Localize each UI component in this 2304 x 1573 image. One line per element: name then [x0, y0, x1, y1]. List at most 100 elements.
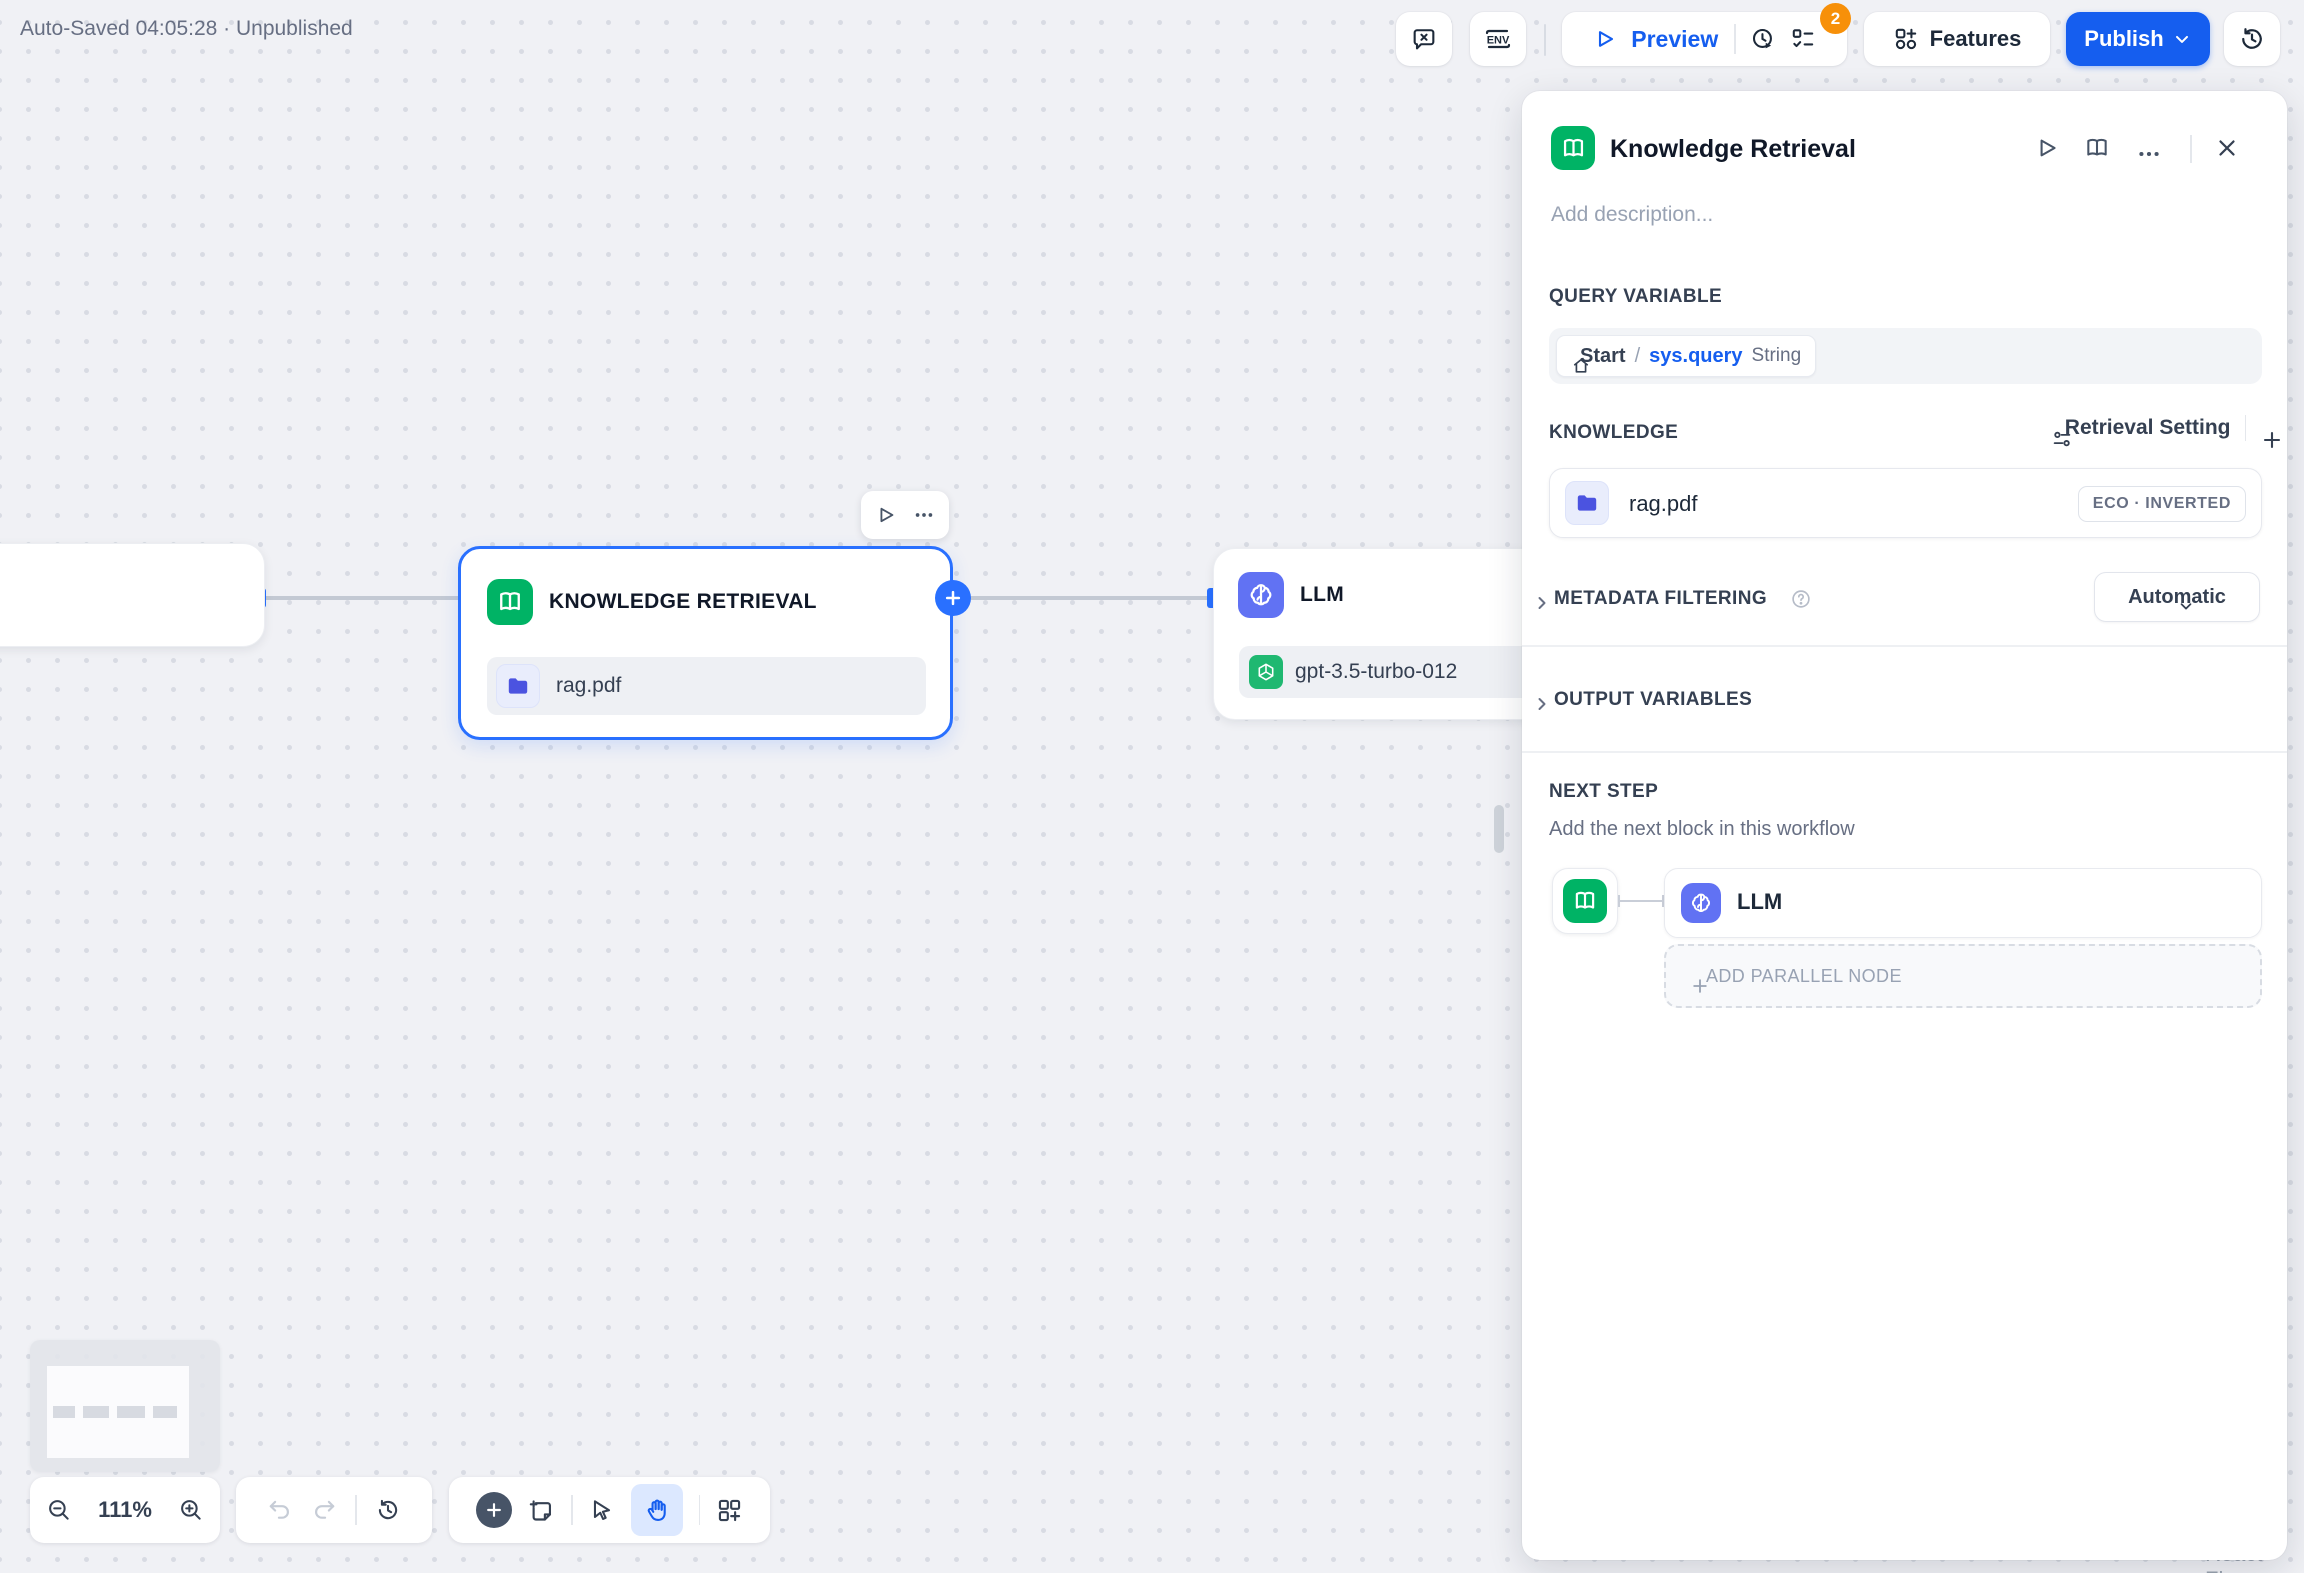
description-placeholder[interactable]: Add description... — [1551, 203, 1713, 227]
node-config-panel: Knowledge Retrieval Add description... Q… — [1522, 91, 2287, 1560]
topbar-divider — [1544, 24, 1546, 56]
minimap-node — [153, 1406, 177, 1418]
preview-group: Preview — [1562, 12, 1847, 66]
hand-mode-button[interactable] — [630, 1484, 683, 1536]
chevron-down-icon — [2172, 29, 2192, 49]
query-variable-section-label: QUERY VARIABLE — [1549, 286, 1723, 307]
features-icon — [1893, 26, 1919, 52]
node-title: LLM — [1300, 583, 1345, 606]
node-title: KNOWLEDGE RETRIEVAL — [549, 590, 817, 613]
minimap-node — [117, 1406, 145, 1418]
node-model-row: gpt-3.5-turbo-012 — [1239, 646, 1534, 698]
run-node-icon[interactable] — [875, 504, 897, 526]
add-parallel-node-button[interactable]: ADD PARALLEL NODE — [1664, 944, 2262, 1008]
minimap-node — [83, 1406, 109, 1418]
preview-button[interactable]: Preview — [1631, 26, 1718, 53]
variable-type: String — [1751, 345, 1802, 366]
zoom-bar: 111% — [30, 1477, 220, 1543]
llm-node[interactable]: LLM gpt-3.5-turbo-012 — [1213, 548, 1558, 720]
knowledge-retrieval-icon — [1551, 126, 1595, 170]
history-restore-icon — [2238, 25, 2266, 53]
output-variables-section-label[interactable]: OUTPUT VARIABLES — [1554, 689, 1752, 711]
query-variable-input[interactable]: Start / sys.query String — [1549, 328, 2262, 384]
autosave-status: Auto-Saved 04:05:28 · Unpublished — [20, 17, 353, 40]
add-parallel-node-label: ADD PARALLEL NODE — [1706, 965, 1902, 986]
env-icon-label: ENV — [1487, 35, 1510, 47]
bar-divider — [571, 1495, 573, 1525]
more-options-icon[interactable] — [913, 504, 935, 526]
section-divider — [1522, 751, 2287, 753]
node-dataset-row: rag.pdf — [487, 657, 926, 715]
pointer-mode-icon[interactable] — [589, 1497, 615, 1523]
dataset-badge: ECO · INVERTED — [2077, 486, 2246, 522]
section-divider — [1522, 645, 2287, 647]
llm-icon — [1238, 572, 1284, 618]
checklist-icon[interactable] — [1790, 26, 1816, 52]
undo-redo-bar — [236, 1477, 432, 1543]
env-icon: ENV — [1481, 22, 1515, 56]
hand-icon — [643, 1496, 671, 1524]
zoom-level[interactable]: 111% — [98, 1497, 152, 1523]
openai-icon — [1249, 655, 1283, 689]
variable-name: sys.query — [1649, 344, 1743, 367]
knowledge-retrieval-icon — [487, 579, 533, 625]
preview-group-divider — [1734, 24, 1736, 54]
run-history-icon[interactable] — [1750, 26, 1776, 52]
knowledge-dataset-card[interactable]: rag.pdf ECO · INVERTED — [1549, 468, 2262, 538]
publish-label: Publish — [2084, 26, 2164, 51]
start-node[interactable] — [0, 543, 265, 647]
canvas-scrollbar-thumb[interactable] — [1494, 805, 1504, 853]
features-button[interactable]: Features — [1864, 12, 2050, 66]
retrieval-setting-button[interactable]: Retrieval Setting — [2065, 416, 2231, 440]
publish-button[interactable]: Publish — [2066, 12, 2210, 66]
zoom-out-icon[interactable] — [46, 1497, 72, 1523]
change-history-icon[interactable] — [375, 1497, 401, 1523]
dataset-name: rag.pdf — [1629, 491, 1698, 516]
llm-icon — [1681, 883, 1721, 923]
minimap[interactable] — [30, 1340, 220, 1472]
add-note-icon[interactable] — [528, 1497, 555, 1524]
node-dataset-name: rag.pdf — [556, 674, 622, 697]
node-toolbar — [861, 491, 949, 539]
zoom-in-icon[interactable] — [178, 1497, 204, 1523]
play-icon[interactable] — [1593, 27, 1617, 51]
add-next-node-button[interactable] — [935, 580, 971, 616]
checklist-badge: 2 — [1820, 3, 1851, 34]
knowledge-section-label: KNOWLEDGE — [1549, 422, 1679, 443]
panel-title: Knowledge Retrieval — [1610, 135, 1856, 163]
next-step-section-label: NEXT STEP — [1549, 781, 1659, 802]
next-step-llm-card[interactable]: LLM — [1664, 868, 2262, 938]
env-variables-button[interactable]: ENV — [1470, 12, 1526, 66]
tools-bar — [449, 1477, 770, 1543]
knowledge-retrieval-node[interactable]: KNOWLEDGE RETRIEVAL rag.pdf — [458, 546, 953, 740]
minimap-node — [53, 1406, 75, 1418]
edge-knowledge-to-llm — [951, 596, 1211, 600]
node-model-name: gpt-3.5-turbo-012 — [1295, 660, 1458, 683]
organize-blocks-icon[interactable] — [716, 1497, 743, 1524]
features-label: Features — [1929, 26, 2022, 51]
variable-pill[interactable]: Start / sys.query String — [1556, 335, 1817, 377]
chat-x-icon — [1410, 25, 1438, 53]
knowledge-retrieval-icon — [1563, 879, 1607, 923]
edge-start-to-knowledge — [263, 596, 460, 600]
actions-divider — [2244, 415, 2246, 441]
header-divider — [2190, 135, 2192, 163]
metadata-mode-dropdown[interactable]: Automatic — [2094, 572, 2260, 622]
bar-divider — [355, 1495, 357, 1525]
current-node-thumbnail — [1552, 868, 1618, 934]
folder-chip — [496, 664, 540, 708]
next-step-llm-label: LLM — [1737, 889, 1783, 914]
next-step-hint: Add the next block in this workflow — [1549, 818, 1855, 840]
next-step-connector — [1618, 895, 1664, 907]
minimap-viewport — [47, 1366, 189, 1458]
chat-annotation-button[interactable] — [1396, 12, 1452, 66]
knowledge-actions: Retrieval Setting — [2051, 415, 2281, 449]
redo-icon[interactable] — [311, 1497, 337, 1523]
undo-icon[interactable] — [267, 1497, 293, 1523]
bar-divider — [698, 1495, 700, 1525]
metadata-filtering-section-label[interactable]: METADATA FILTERING — [1554, 588, 1767, 610]
folder-chip — [1565, 481, 1609, 525]
add-block-button[interactable] — [476, 1492, 512, 1528]
variable-separator: / — [1634, 344, 1641, 367]
version-history-button[interactable] — [2224, 12, 2280, 66]
